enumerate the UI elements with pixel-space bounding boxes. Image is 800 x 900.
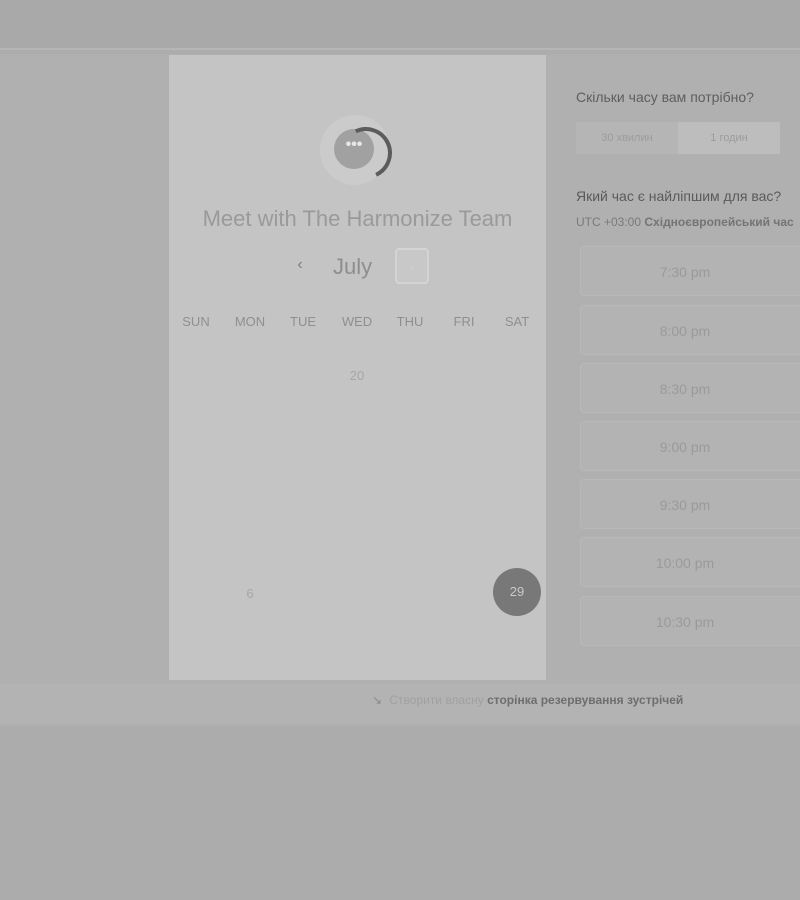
calendar-day[interactable]: 6 bbox=[223, 586, 277, 601]
time-slot-button[interactable]: 9:00 pm bbox=[580, 421, 800, 471]
time-slot-button[interactable]: 10:00 pm bbox=[580, 537, 800, 587]
weekday-header: SUN MON TUE WED THU FRI SAT bbox=[169, 314, 546, 334]
banner-divider bbox=[0, 48, 800, 50]
selected-day[interactable]: 29 bbox=[493, 568, 541, 616]
footer-prefix: Створити власну bbox=[389, 693, 484, 707]
meeting-title: Meet with The Harmonize Team bbox=[202, 206, 513, 231]
month-label: July bbox=[333, 254, 373, 279]
time-slot-button[interactable]: 8:00 pm bbox=[580, 305, 800, 355]
time-slot-button[interactable]: 9:30 pm bbox=[580, 479, 800, 529]
duration-30-min-button[interactable]: 30 хвилин bbox=[576, 122, 678, 154]
chat-bubble-logo-icon: ••• bbox=[320, 115, 400, 189]
timezone-offset: UTC +03:00 bbox=[576, 215, 642, 229]
time-heading: Який час є найліпшим для вас? bbox=[576, 188, 782, 204]
next-month-button[interactable]: › bbox=[395, 248, 429, 284]
time-slot-button[interactable]: 8:30 pm bbox=[580, 363, 800, 413]
footer-link-text: сторінка резервування зустрічей bbox=[487, 693, 684, 707]
duration-1-hour-button[interactable]: 1 годин bbox=[678, 122, 780, 154]
weekday-mon: MON bbox=[234, 314, 266, 329]
logo-dots: ••• bbox=[345, 136, 363, 153]
create-booking-page-link[interactable]: ↘ Створити власну сторінка резервування … bbox=[372, 693, 683, 707]
top-banner bbox=[0, 0, 800, 48]
weekday-wed: WED bbox=[341, 314, 373, 329]
timezone-name: Східноєвропейський час bbox=[644, 215, 794, 229]
time-slot-button[interactable]: 10:30 pm bbox=[580, 596, 800, 646]
duration-heading: Скільки часу вам потрібно? bbox=[576, 89, 754, 105]
weekday-thu: THU bbox=[396, 314, 424, 329]
duration-selector: 30 хвилин 1 годин bbox=[576, 122, 780, 154]
weekday-tue: TUE bbox=[290, 314, 316, 329]
previous-month-button[interactable]: ‹ bbox=[289, 254, 311, 276]
calendar-cursor-icon: ↘ bbox=[372, 693, 383, 707]
calendar-day[interactable]: 20 bbox=[330, 368, 384, 383]
time-slot-button[interactable]: 7:30 pm bbox=[580, 246, 800, 296]
weekday-fri: FRI bbox=[453, 314, 475, 329]
weekday-sat: SAT bbox=[504, 314, 530, 329]
month-navigation: ‹ July › bbox=[169, 246, 546, 290]
timezone-selector[interactable]: UTC +03:00 Східноєвропейський час bbox=[576, 215, 794, 229]
weekday-sun: SUN bbox=[182, 314, 210, 329]
